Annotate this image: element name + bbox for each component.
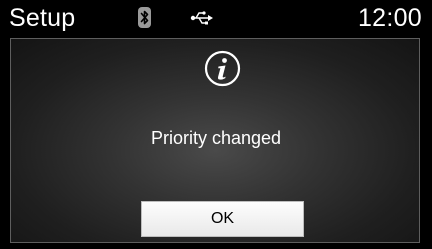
dialog-message: Priority changed [150, 128, 282, 148]
usb-icon [190, 11, 213, 25]
notification-dialog: Priority changed OK [10, 38, 420, 243]
status-bar: Setup 12:00 [0, 0, 432, 36]
clock: 12:00 [357, 4, 422, 32]
info-icon [204, 50, 241, 87]
screen-title: Setup [9, 4, 76, 32]
bluetooth-icon [138, 7, 151, 28]
setup-screen: Setup 12:00 Priority changed OK [0, 0, 432, 249]
ok-button[interactable]: OK [141, 201, 304, 237]
